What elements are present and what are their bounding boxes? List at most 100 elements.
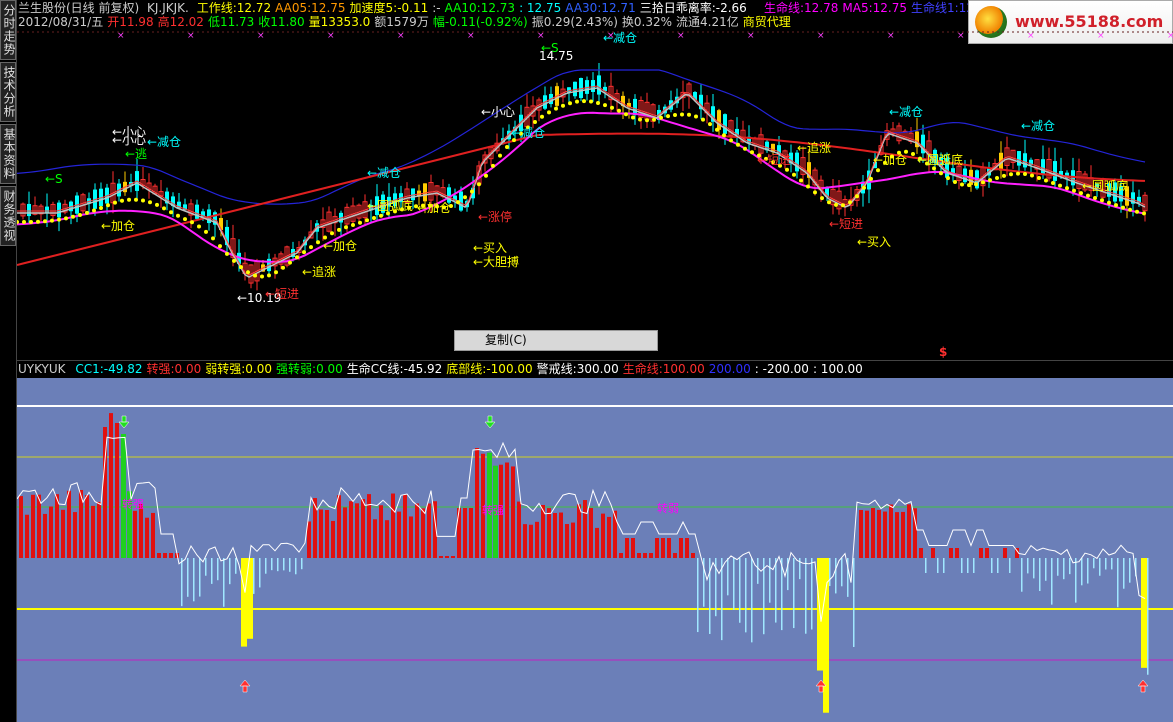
cc-bar xyxy=(991,558,993,573)
cc-bar xyxy=(289,558,291,572)
value-pair: 开11.98 xyxy=(107,15,154,29)
ma-dot xyxy=(309,245,313,250)
cc-bar xyxy=(931,548,935,558)
cc-bar xyxy=(865,510,869,558)
ma-dot xyxy=(253,273,257,278)
cc-bar xyxy=(769,558,771,603)
ma-dot xyxy=(981,180,985,185)
tab-basic-info[interactable]: 基本资料 xyxy=(0,124,16,184)
cc-bar xyxy=(739,558,741,623)
cc-bar xyxy=(1099,558,1101,576)
ma-dot xyxy=(344,225,348,230)
value-pair: :- xyxy=(432,1,441,15)
ma-dot xyxy=(575,99,579,104)
cc-bar xyxy=(949,548,953,558)
cc-bar xyxy=(409,516,413,558)
ma-dot xyxy=(680,112,684,117)
indicator-chart[interactable]: 转强 转强 转弱 xyxy=(17,378,1173,722)
value-pair: 三拾日乖离率:-2.66 xyxy=(639,1,747,15)
signal-annotation: ←减仓 xyxy=(147,135,181,149)
ma-dot xyxy=(281,265,285,270)
cc-bar xyxy=(643,553,647,558)
signal-annotation: ←圆弧底 xyxy=(367,198,413,213)
signal-annotation: ←减仓 xyxy=(603,31,637,45)
ma-dot xyxy=(141,198,145,203)
ma-dot xyxy=(596,101,600,105)
candle xyxy=(50,201,56,222)
cc-bar xyxy=(673,553,677,558)
cc-bar xyxy=(379,505,383,558)
ma-dot xyxy=(540,114,544,119)
ma-dot xyxy=(358,220,362,225)
ma-dot xyxy=(211,236,215,241)
value-pair: MA5:12.75 xyxy=(842,1,907,15)
cc-bar xyxy=(661,538,665,558)
cc-bar xyxy=(1057,558,1059,576)
cc-bar xyxy=(697,558,699,633)
ma-dot xyxy=(1128,207,1132,212)
cc-bar xyxy=(61,509,65,558)
ma-dot xyxy=(29,220,33,224)
tab-technical[interactable]: 技术分析 xyxy=(0,62,16,122)
ma-dot xyxy=(911,152,915,156)
ma-dot xyxy=(827,200,831,205)
tab-intraday[interactable]: 分时走势 xyxy=(0,0,16,60)
candle xyxy=(195,199,199,220)
site-url: www.55188.com xyxy=(1015,12,1164,31)
cc-bar xyxy=(319,509,323,558)
cc-bar xyxy=(199,558,201,597)
cc-bar xyxy=(1063,558,1065,580)
cc-bar xyxy=(1069,558,1071,575)
cc-bar xyxy=(145,517,149,558)
cc-bar xyxy=(355,503,359,558)
cc-bar xyxy=(1003,548,1007,558)
ma-dot xyxy=(505,145,509,149)
cc-bar xyxy=(565,524,569,558)
cc-bar xyxy=(553,513,557,558)
cc-bar xyxy=(625,538,629,558)
value-pair: AA10:12.73 xyxy=(444,1,516,15)
cc-bar xyxy=(691,553,695,558)
ma-dot xyxy=(750,150,754,155)
cc-bar xyxy=(853,558,855,647)
ma-dot xyxy=(715,127,719,132)
cc-bar xyxy=(91,505,95,558)
value-pair: 强转弱:0.00 xyxy=(276,362,343,376)
candlestick-chart[interactable]: × × × × × × × × × × × × × × × × ←S←小心←小心 ←减仓←逃←加仓←10.19←… xyxy=(17,30,1173,360)
cc-bar xyxy=(1009,558,1011,573)
cc-bar xyxy=(961,558,963,573)
cc-bar xyxy=(253,558,255,594)
date-tick: × xyxy=(467,31,475,41)
cc-bar xyxy=(997,558,999,573)
ma-dot xyxy=(470,189,474,194)
cc-bar xyxy=(193,558,195,602)
date-tick: × xyxy=(327,31,335,41)
tab-financial[interactable]: 财务透视 xyxy=(0,186,16,246)
candle xyxy=(560,80,566,103)
ma-dot xyxy=(617,108,621,113)
cc-bar xyxy=(1117,558,1119,608)
ma-dot xyxy=(785,167,789,172)
cc-bar xyxy=(973,558,975,573)
candle xyxy=(57,200,61,232)
date-tick: × xyxy=(257,31,265,41)
ma-dot xyxy=(36,219,40,224)
cc-bar xyxy=(361,498,365,558)
ma-dot xyxy=(351,223,355,227)
ma-dot xyxy=(64,216,68,221)
level-label: 转强 xyxy=(122,497,144,511)
signal-annotation: ←减仓 xyxy=(511,126,545,140)
cc-bar xyxy=(967,558,969,573)
cc-bar xyxy=(775,558,777,623)
cc-bar xyxy=(751,558,753,643)
copy-button[interactable]: 复制(C) xyxy=(454,330,658,351)
value-pair: 转强:0.00 xyxy=(146,362,202,376)
cc-bar xyxy=(133,510,137,558)
cc-bar xyxy=(37,494,41,558)
ma-dot xyxy=(1023,172,1027,176)
ma-dot xyxy=(939,171,943,176)
candle xyxy=(158,179,164,208)
ma-dot xyxy=(631,115,635,120)
ma-dot xyxy=(932,166,936,171)
candle xyxy=(494,133,500,154)
